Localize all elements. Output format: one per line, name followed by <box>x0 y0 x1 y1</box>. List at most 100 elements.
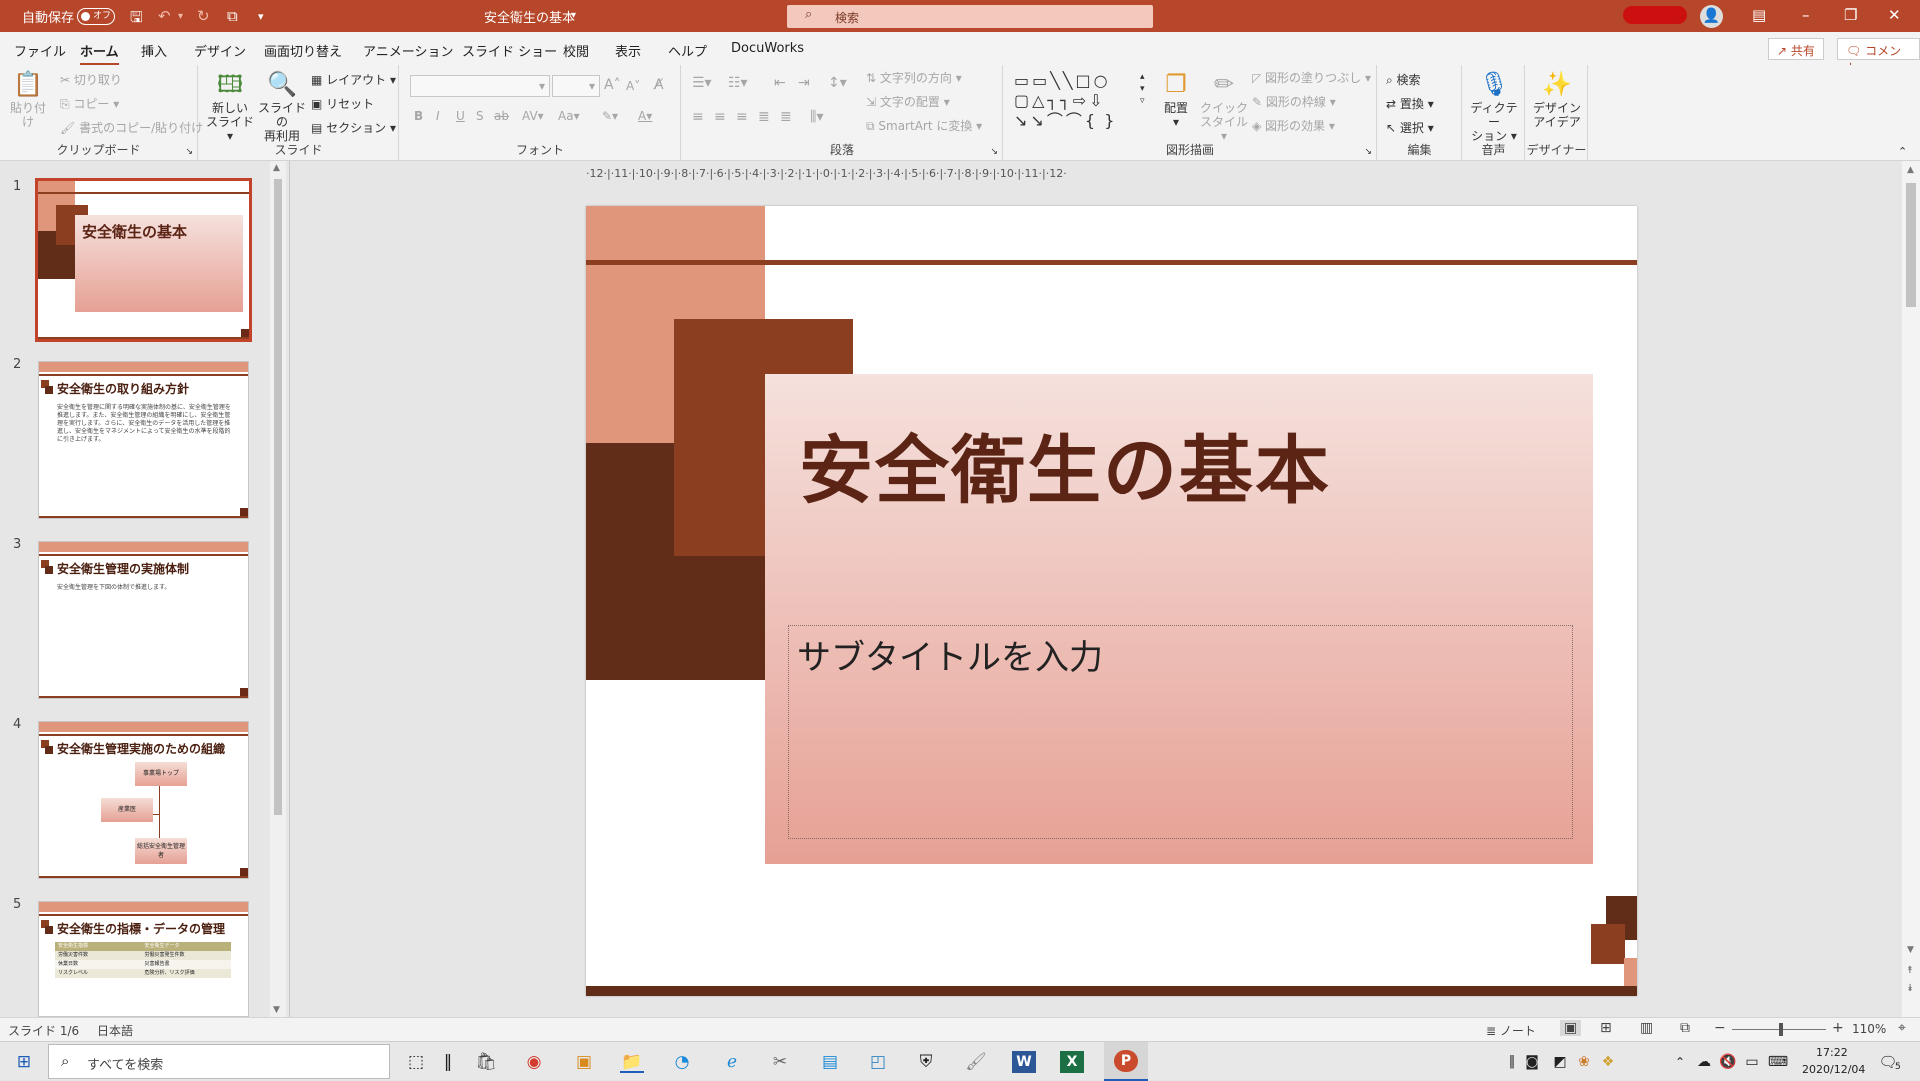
media-icon[interactable]: ▣ <box>572 1051 596 1073</box>
tab-help[interactable]: ヘルプ <box>668 41 707 60</box>
share-button[interactable]: ↗ 共有 <box>1768 38 1824 60</box>
powerpoint-taskbar-button[interactable]: P <box>1104 1042 1148 1081</box>
bullets-icon[interactable]: ☰▾ <box>692 75 712 91</box>
columns-icon[interactable]: ⫼▾ <box>810 109 823 125</box>
tab-transitions[interactable]: 画面切り替え <box>264 41 342 60</box>
tray-app3-icon[interactable]: ❖ <box>1596 1051 1620 1073</box>
paragraph-launcher-icon[interactable]: ↘ <box>990 147 998 157</box>
next-slide-icon[interactable]: ⯯ <box>1907 983 1913 994</box>
cut-button[interactable]: ✂ 切り取り <box>60 71 122 88</box>
collapse-ribbon-icon[interactable]: ⌃ <box>1898 145 1907 158</box>
paint-icon[interactable]: 🖌 <box>964 1051 988 1073</box>
scroll-up-icon[interactable]: ▲ <box>1907 165 1914 175</box>
italic-icon[interactable]: I <box>436 109 440 123</box>
app-window-icon[interactable]: ▤ <box>818 1051 842 1073</box>
tab-animations[interactable]: アニメーション <box>363 41 453 60</box>
keyboard-icon[interactable]: ⌨ <box>1766 1051 1790 1073</box>
editor-scrollbar[interactable]: ▲ ▼ ⯭ ⯯ <box>1902 161 1920 1017</box>
slide-thumbnail-4[interactable]: 安全衛生管理実施のための組織 事業場トップ 産業医 総括安全衛生管理者 <box>38 721 249 879</box>
tray-app-icon[interactable]: ◙ <box>1520 1051 1544 1073</box>
shadow-icon[interactable]: S <box>476 109 484 123</box>
ie-icon[interactable]: ℯ <box>720 1051 744 1073</box>
tab-slideshow[interactable]: スライド ショー <box>462 41 557 60</box>
task-view-icon[interactable]: ⬚ <box>404 1051 428 1073</box>
clear-format-icon[interactable]: A̸ <box>654 77 664 93</box>
account-avatar-icon[interactable]: 👤 <box>1700 5 1723 28</box>
char-spacing-icon[interactable]: AV▾ <box>522 109 544 123</box>
tab-insert[interactable]: 挿入 <box>141 41 167 60</box>
zoom-out-icon[interactable]: − <box>1714 1020 1726 1036</box>
ribbon-display-options-icon[interactable]: ▤ <box>1752 6 1766 24</box>
shapes-more-icon[interactable]: ▴ ▾ ▿ <box>1140 71 1145 107</box>
slide-thumbnail-3[interactable]: 安全衛生管理の実施体制 安全衛生管理を下図の体制で推進します。 <box>38 541 249 699</box>
notes-app-icon[interactable]: ◰ <box>866 1051 890 1073</box>
zoom-level[interactable]: 110% <box>1852 1022 1886 1036</box>
new-slide-button[interactable]: 🖽 新しい スライド ▾ <box>205 69 255 143</box>
start-slideshow-icon[interactable]: ⧉ <box>227 7 238 25</box>
normal-view-icon[interactable]: ▣ <box>1560 1020 1582 1036</box>
minimize-icon[interactable]: – <box>1802 6 1810 24</box>
font-name-combo[interactable]: ▾ <box>410 75 550 97</box>
align-left-icon[interactable]: ≡ <box>692 109 704 125</box>
thumbnail-scrollbar[interactable]: ▲ ▼ <box>270 161 286 1017</box>
shape-effects-button[interactable]: ◈ 図形の効果 ▾ <box>1252 117 1335 134</box>
highlight-icon[interactable]: ✎▾ <box>602 109 618 123</box>
shapes-gallery[interactable]: ▭▭╲╲□○ ▢△┐┐⇨⇩ ↘↘⌒⌒{ } <box>1014 71 1146 131</box>
slide-thumbnail-1[interactable]: 安全衛生の基本 <box>35 178 252 342</box>
undo-dropdown-icon[interactable]: ▾ <box>178 11 183 22</box>
tab-design[interactable]: デザイン <box>194 41 246 60</box>
document-title[interactable]: 安全衛生の基本 <box>484 7 575 26</box>
volume-muted-icon[interactable]: 🔇 <box>1716 1051 1740 1073</box>
clock-time[interactable]: 17:22 <box>1816 1046 1848 1059</box>
slide-thumbnail-2[interactable]: 安全衛生の取り組み方針 安全衛生を管理に関する明確な実施体制の基に、安全衛生管理… <box>38 361 249 519</box>
scroll-thumb[interactable] <box>274 179 282 815</box>
excel-icon[interactable]: X <box>1060 1051 1084 1073</box>
slide-thumbnail-5[interactable]: 安全衛生の指標・データの管理 安全衛生指標 安全衛生データ 労働災害件数 労働災害発… <box>38 901 249 1017</box>
tab-review[interactable]: 校閲 <box>563 41 589 60</box>
justify-icon[interactable]: ≣ <box>758 109 770 125</box>
slide-title[interactable]: 安全衛生の基本 <box>799 411 1331 518</box>
slideshow-view-icon[interactable]: ⧉ <box>1680 1020 1690 1036</box>
drawing-launcher-icon[interactable]: ↘ <box>1364 147 1372 157</box>
dictate-button[interactable]: 🎙 ディクテー ション ▾ <box>1467 69 1521 143</box>
redo-icon[interactable]: ↻ <box>197 7 210 25</box>
zoom-in-icon[interactable]: + <box>1832 1020 1844 1036</box>
tab-docuworks[interactable]: DocuWorks <box>731 41 804 56</box>
tab-file[interactable]: ファイル <box>14 41 66 60</box>
tray-expand-icon[interactable]: ⌃ <box>1668 1051 1692 1073</box>
align-text-button[interactable]: ⇲ 文字の配置 ▾ <box>866 93 950 110</box>
undo-icon[interactable]: ↶ <box>158 7 171 25</box>
reuse-slides-button[interactable]: 🔍 スライドの 再利用 <box>257 69 307 143</box>
replace-button[interactable]: ⇄ 置換 ▾ <box>1386 95 1434 112</box>
bold-icon[interactable]: B <box>414 109 423 123</box>
taskbar-search-box[interactable]: ⌕ すべてを検索 <box>48 1044 390 1079</box>
change-case-icon[interactable]: Aa▾ <box>558 109 580 123</box>
text-direction-button[interactable]: ⇅ 文字列の方向 ▾ <box>866 69 962 86</box>
display-icon[interactable]: ▭ <box>1740 1051 1764 1073</box>
decrease-indent-icon[interactable]: ⇤ <box>774 75 786 91</box>
font-color-icon[interactable]: A▾ <box>638 109 652 123</box>
clipboard-launcher-icon[interactable]: ↘ <box>185 147 193 157</box>
section-button[interactable]: ▤ セクション ▾ <box>311 119 396 136</box>
network-icon[interactable]: ☁ <box>1692 1051 1716 1073</box>
autosave-toggle[interactable]: オフ <box>77 8 115 25</box>
snipping-icon[interactable]: ✂ <box>768 1051 792 1073</box>
title-chevron-down-icon[interactable]: ▾ <box>571 10 576 21</box>
decrease-font-icon[interactable]: A˅ <box>626 79 640 93</box>
search-box[interactable]: ⌕ 検索 <box>787 5 1153 28</box>
copy-button[interactable]: ⎘ コピー ▾ <box>60 95 119 112</box>
smartart-button[interactable]: ⧉ SmartArt に変換 ▾ <box>866 117 982 134</box>
slide-canvas[interactable]: 安全衛生の基本 サブタイトルを入力 <box>586 206 1637 996</box>
paste-button[interactable]: 📋 貼り付け <box>8 69 48 129</box>
word-icon[interactable]: W <box>1012 1051 1036 1073</box>
layout-button[interactable]: ▦ レイアウト ▾ <box>311 71 396 88</box>
distributed-icon[interactable]: ≣ <box>780 109 792 125</box>
shape-fill-button[interactable]: ◸ 図形の塗りつぶし ▾ <box>1252 69 1371 86</box>
scroll-up-icon[interactable]: ▲ <box>273 163 280 173</box>
slide-sorter-icon[interactable]: ⊞ <box>1600 1020 1612 1036</box>
notes-button[interactable]: ≣ ノート <box>1486 1022 1536 1039</box>
scroll-down-icon[interactable]: ▼ <box>1907 945 1914 955</box>
reset-button[interactable]: ▣ リセット <box>311 95 374 112</box>
restore-icon[interactable]: ❐ <box>1844 6 1857 24</box>
numbering-icon[interactable]: ☷▾ <box>728 75 748 91</box>
